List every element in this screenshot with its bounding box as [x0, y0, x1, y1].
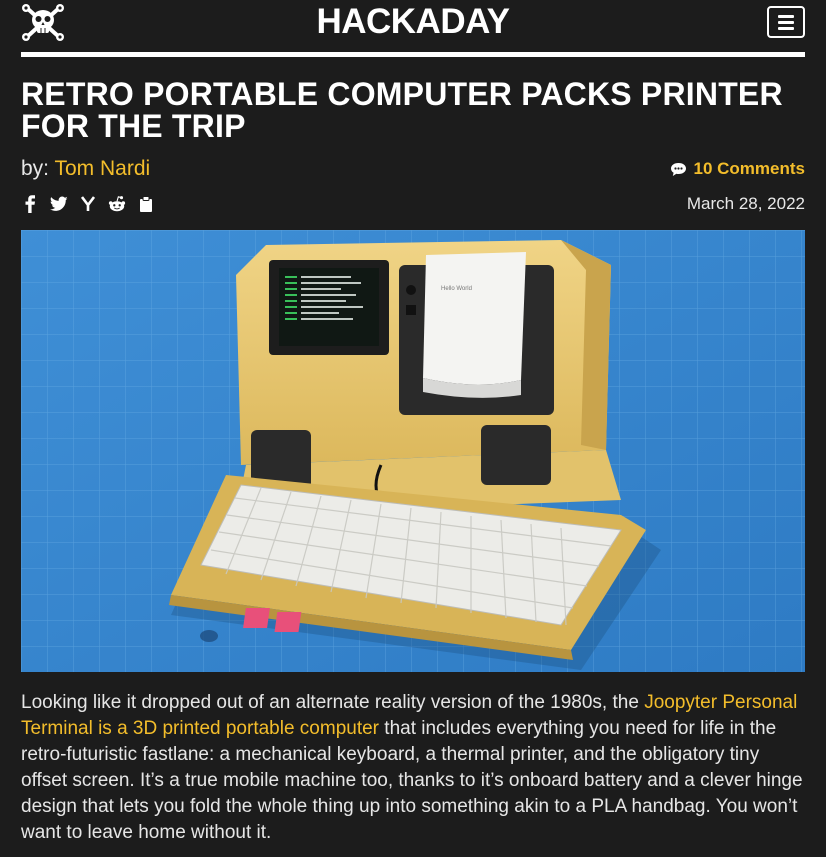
byline-prefix: by: [21, 157, 50, 180]
reddit-icon[interactable] [108, 195, 126, 213]
hacker-news-icon[interactable] [79, 195, 97, 213]
header-divider [21, 52, 805, 57]
article-title[interactable]: Retro Portable Computer Packs Printer Fo… [21, 78, 805, 142]
comment-bubble-icon [670, 162, 686, 176]
twitter-icon[interactable] [50, 195, 68, 213]
comments-count: 10 Comments [693, 159, 805, 178]
publish-date: March 28, 2022 [686, 194, 805, 213]
share-bar [21, 195, 155, 213]
site-header: HACKADAY [0, 0, 826, 58]
article: Retro Portable Computer Packs Printer Fo… [0, 78, 826, 846]
comments-link[interactable]: 10 Comments [670, 159, 805, 179]
site-title[interactable]: HACKADAY [0, 2, 826, 42]
svg-text:Hello World: Hello World [441, 286, 472, 292]
clipboard-icon[interactable] [137, 195, 155, 213]
share-and-date: March 28, 2022 [21, 192, 805, 216]
hamburger-menu-icon[interactable] [767, 6, 805, 38]
article-meta: by: Tom Nardi 10 Comments [21, 156, 805, 182]
article-body: Looking like it dropped out of an altern… [21, 690, 805, 846]
body-text-start: Looking like it dropped out of an altern… [21, 692, 645, 713]
hero-photo[interactable]: Hello World [21, 230, 805, 672]
author-link[interactable]: Tom Nardi [54, 157, 150, 180]
facebook-icon[interactable] [21, 195, 39, 213]
byline: by: Tom Nardi [21, 157, 150, 181]
